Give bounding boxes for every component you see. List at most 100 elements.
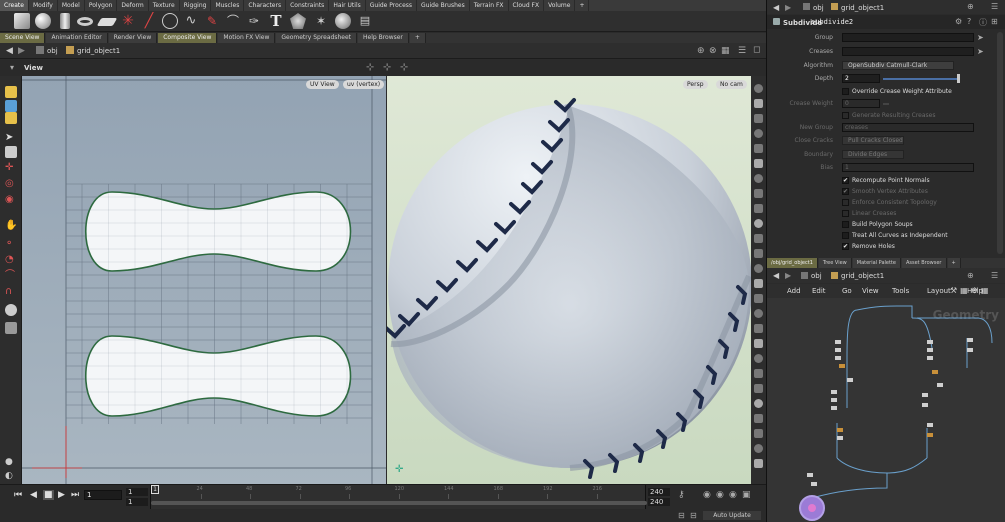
group-select-icon[interactable]: [5, 112, 17, 124]
creases-field[interactable]: [842, 47, 974, 56]
param-pane-menu-icon[interactable]: ☰: [991, 2, 998, 11]
viewer-display-icon[interactable]: [754, 369, 763, 378]
path-node[interactable]: grid_object1: [77, 47, 120, 55]
override-checkbox[interactable]: [842, 88, 849, 95]
text-tool-icon[interactable]: T: [268, 13, 284, 29]
depth-slider-handle[interactable]: [957, 74, 960, 83]
network-tab[interactable]: Material Palette: [852, 258, 901, 268]
network-menu-item[interactable]: Layout: [927, 287, 951, 295]
display-options-icon[interactable]: ●: [5, 456, 17, 468]
shelf-tab[interactable]: Terrain FX: [470, 0, 509, 11]
shelf-tab[interactable]: Modify: [29, 0, 58, 11]
step-back-icon[interactable]: ◀: [30, 490, 37, 500]
current-frame-marker[interactable]: 1: [151, 485, 159, 494]
treat-checkbox[interactable]: [842, 232, 849, 239]
viewer-display-icon[interactable]: [754, 99, 763, 108]
build-checkbox[interactable]: [842, 221, 849, 228]
file-tool-icon[interactable]: ▤: [357, 13, 373, 29]
crease-weight-slider[interactable]: [883, 103, 889, 105]
viewer-display-icon[interactable]: [754, 459, 763, 468]
viewer-display-icon[interactable]: [754, 399, 763, 408]
viewer-display-icon[interactable]: [754, 414, 763, 423]
timeline-ruler[interactable]: 1 24 48 72 96 120 144 168 192 216: [150, 485, 647, 509]
rotate-tool-icon[interactable]: ◎: [5, 178, 17, 190]
net-forward-icon[interactable]: ▶: [785, 271, 791, 280]
forward-arrow-icon[interactable]: ▶: [18, 46, 25, 56]
algorithm-dropdown[interactable]: OpenSubdiv Catmull-Clark: [842, 61, 954, 70]
scroll-icon[interactable]: ⊟: [678, 511, 685, 520]
end-frame-field-2[interactable]: 240: [648, 498, 670, 506]
sphere-tool-icon[interactable]: [35, 13, 51, 29]
param-scrollbar[interactable]: [997, 32, 1003, 254]
boundary-dropdown[interactable]: Divide Edges: [842, 150, 904, 159]
param-path-node[interactable]: grid_object1: [841, 4, 884, 12]
line-tool-icon[interactable]: ╱: [141, 13, 157, 29]
param-back-icon[interactable]: ◀: [773, 3, 779, 12]
camera-icon[interactable]: [5, 322, 17, 334]
key-icon[interactable]: ⚷: [678, 490, 685, 500]
depth-slider[interactable]: [883, 78, 959, 80]
view-tool-icon[interactable]: ◔: [5, 254, 17, 266]
shelf-tab[interactable]: Guide Brushes: [417, 0, 470, 11]
shelf-tab[interactable]: Muscles: [211, 0, 245, 11]
snap-icon[interactable]: ⊹: [366, 62, 374, 73]
no-cam-button[interactable]: No cam: [716, 80, 747, 89]
linear-checkbox[interactable]: [842, 210, 849, 217]
net-tool-icons[interactable]: ⚒▦⚙▦: [950, 286, 991, 295]
start-frame-field-2[interactable]: 1: [126, 498, 148, 506]
pane-tab[interactable]: Geometry Spreadsheet: [276, 33, 357, 43]
viewer-display-icon[interactable]: [754, 294, 763, 303]
network-menu-item[interactable]: Go: [842, 287, 852, 295]
playbar-options-icon[interactable]: ▣: [742, 490, 751, 500]
recompute-checkbox[interactable]: ✔: [842, 177, 849, 184]
viewer-display-icon[interactable]: [754, 219, 763, 228]
shelf-tab[interactable]: Texture: [149, 0, 180, 11]
visibility-icon[interactable]: ◐: [5, 470, 17, 482]
creases-select-arrow-icon[interactable]: ➤: [977, 47, 984, 56]
shelf-tab[interactable]: Polygon: [85, 0, 118, 11]
smooth-checkbox[interactable]: ✔: [842, 188, 849, 195]
timeline-range-bar[interactable]: [151, 501, 647, 505]
realtime-icon[interactable]: ◉: [703, 490, 711, 500]
remove-checkbox[interactable]: ✔: [842, 243, 849, 250]
viewer-display-icon[interactable]: [754, 264, 763, 273]
shelf-tab[interactable]: Cloud FX: [509, 0, 545, 11]
viewer-display-icon[interactable]: [754, 234, 763, 243]
uv-view-button[interactable]: UV View: [306, 80, 339, 89]
shelf-tab[interactable]: Model: [58, 0, 85, 11]
network-menu-item[interactable]: Edit: [812, 287, 826, 295]
jump-end-icon[interactable]: ⏭: [71, 490, 79, 500]
viewer-display-icon[interactable]: [754, 279, 763, 288]
shelf-tab[interactable]: Create: [0, 0, 29, 11]
pin-icon[interactable]: ⊕: [697, 46, 705, 56]
magnet-tool-icon[interactable]: ∩: [5, 286, 17, 298]
path-tool-icon[interactable]: ⌒: [225, 13, 241, 29]
shelf-tab[interactable]: Hair Utils: [329, 0, 366, 11]
viewer-display-icon[interactable]: [754, 324, 763, 333]
bias-field[interactable]: 1: [842, 163, 974, 172]
view-menu-icon[interactable]: ▾: [10, 63, 14, 72]
param-path-root[interactable]: obj: [813, 4, 824, 12]
shelf-tab[interactable]: Constraints: [286, 0, 330, 11]
node-name-field[interactable]: subdivide2: [811, 18, 853, 26]
end-frame-field[interactable]: 240: [648, 488, 670, 496]
viewer-display-icon[interactable]: [754, 384, 763, 393]
render-region-icon[interactable]: [5, 304, 17, 316]
viewer-display-icon[interactable]: [754, 249, 763, 258]
param-pin-icon[interactable]: ⊕: [967, 2, 974, 11]
spray-paint-tool-icon[interactable]: ✑: [246, 13, 262, 29]
new-group-field[interactable]: creases: [842, 123, 974, 132]
info-icon[interactable]: ⓘ: [979, 17, 987, 28]
jump-start-icon[interactable]: ⏮: [14, 490, 22, 500]
brush-tool-icon[interactable]: ⌒: [5, 270, 17, 282]
pane-menu-icon[interactable]: ☰: [738, 46, 746, 56]
gen-creases-checkbox[interactable]: [842, 112, 849, 119]
select-mode-icon[interactable]: [5, 100, 17, 112]
network-tab[interactable]: Asset Browser: [901, 258, 947, 268]
param-forward-icon[interactable]: ▶: [785, 3, 791, 12]
viewer-display-icon[interactable]: [754, 354, 763, 363]
snap-prim-icon[interactable]: ⊹: [400, 62, 408, 73]
pane-tab[interactable]: Scene View: [0, 33, 46, 43]
auto-update-dropdown[interactable]: Auto Update: [703, 511, 761, 520]
layout-icon[interactable]: ▦: [721, 46, 730, 56]
